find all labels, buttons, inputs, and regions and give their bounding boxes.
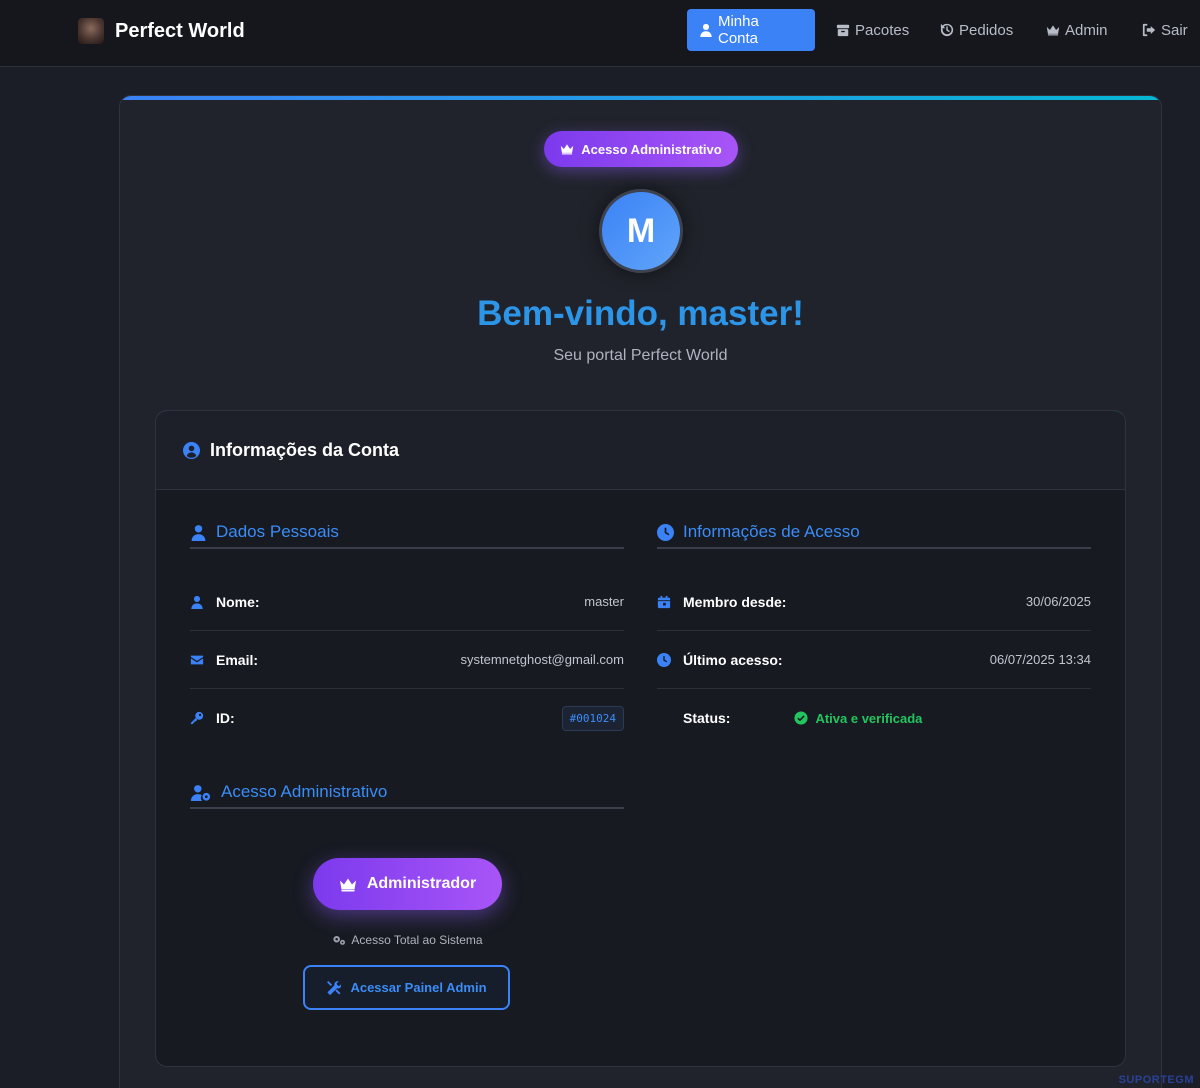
row-label: Nome: [216, 593, 260, 610]
nav-label: Sair [1161, 21, 1188, 39]
cogs-icon [333, 935, 346, 945]
key-icon [190, 711, 204, 725]
nav-pacotes[interactable]: Pacotes [824, 9, 921, 51]
access-row-last-access: Último acesso: 06/07/2025 13:34 [657, 631, 1091, 689]
row-value: 06/07/2025 13:34 [989, 652, 1091, 667]
row-label: Membro desde: [683, 593, 787, 610]
nav-label: Pedidos [959, 21, 1014, 39]
section-title-label: Dados Pessoais [216, 522, 339, 541]
welcome-subtitle: Seu portal Perfect World [553, 347, 728, 364]
user-icon [700, 23, 712, 37]
top-navbar: Perfect World Minha Conta Pacotes Pedido… [0, 0, 1200, 67]
profile-card: Acesso Administrativo M Bem-vindo, maste… [119, 95, 1162, 1088]
row-value: master [584, 594, 624, 609]
crown-icon [561, 144, 574, 155]
admin-access-section-title: Acesso Administrativo [190, 777, 624, 809]
calendar-icon [657, 595, 671, 608]
row-label: Último acesso: [683, 651, 783, 668]
nav-label: Admin [1065, 21, 1108, 39]
personal-row-name: Nome: master [190, 573, 624, 631]
personal-row-id: ID: #001024 [190, 689, 624, 747]
access-info-section-title: Informações de Acesso [657, 517, 1091, 549]
crown-icon [339, 878, 356, 891]
admin-badge-label: Acesso Administrativo [581, 141, 722, 157]
check-circle-icon [794, 711, 809, 725]
row-label: Status: [683, 710, 731, 726]
full-access-note: Acesso Total ao Sistema [313, 933, 502, 947]
brand-logo [78, 18, 104, 44]
administrator-role-button[interactable]: Administrador [313, 858, 502, 910]
nav-minha-conta[interactable]: Minha Conta [687, 9, 815, 51]
section-title-label: Informações de Acesso [683, 522, 860, 541]
account-info-header: Informações da Conta [156, 411, 1125, 490]
avatar: M [599, 189, 683, 273]
user-circle-icon [183, 441, 200, 459]
nav-pedidos[interactable]: Pedidos [928, 9, 1025, 51]
row-label: Email: [216, 651, 259, 668]
account-info-card: Informações da Conta Dados Pessoais Nome… [155, 410, 1126, 1067]
user-icon [191, 595, 203, 609]
nav-label: Minha Conta [717, 13, 759, 47]
row-value: 30/06/2025 [1025, 594, 1091, 609]
watermark: SUPORTEGM [1118, 1074, 1194, 1086]
crown-icon [1046, 25, 1060, 36]
account-id-badge: #001024 [561, 705, 624, 731]
box-icon [836, 24, 850, 37]
full-access-note-label: Acesso Total ao Sistema [351, 933, 483, 947]
status-label: Ativa e verificada [815, 710, 923, 726]
access-row-status: Status: Ativa e verificada [657, 689, 1091, 747]
personal-data-section-title: Dados Pessoais [190, 517, 624, 549]
brand[interactable]: Perfect World [78, 16, 245, 46]
admin-panel-button[interactable]: Acessar Painel Admin [303, 965, 510, 1010]
nav-sair[interactable]: Sair [1130, 9, 1200, 51]
admin-access-badge: Acesso Administrativo [544, 131, 738, 167]
personal-row-email: Email: systemnetghost@gmail.com [190, 631, 624, 689]
brand-name: Perfect World [115, 19, 245, 42]
user-icon [191, 524, 206, 541]
account-info-title: Informações da Conta [210, 439, 400, 460]
administrator-role-label: Administrador [366, 875, 477, 892]
history-icon [940, 23, 954, 37]
envelope-icon [190, 655, 204, 664]
tools-icon [327, 980, 342, 995]
section-title-label: Acesso Administrativo [221, 782, 388, 801]
row-value: systemnetghost@gmail.com [460, 652, 624, 667]
admin-panel-button-label: Acessar Painel Admin [350, 980, 487, 995]
logout-icon [1142, 23, 1156, 37]
nav-label: Pacotes [855, 21, 910, 39]
clock-icon [657, 523, 674, 541]
nav-admin[interactable]: Admin [1034, 9, 1120, 51]
access-row-member-since: Membro desde: 30/06/2025 [657, 573, 1091, 631]
status-badge: Ativa e verificada [794, 711, 922, 726]
clock-icon [657, 652, 671, 667]
user-gear-icon [190, 784, 211, 801]
row-label: ID: [216, 710, 235, 726]
welcome-heading: Bem-vindo, master! [477, 294, 804, 333]
